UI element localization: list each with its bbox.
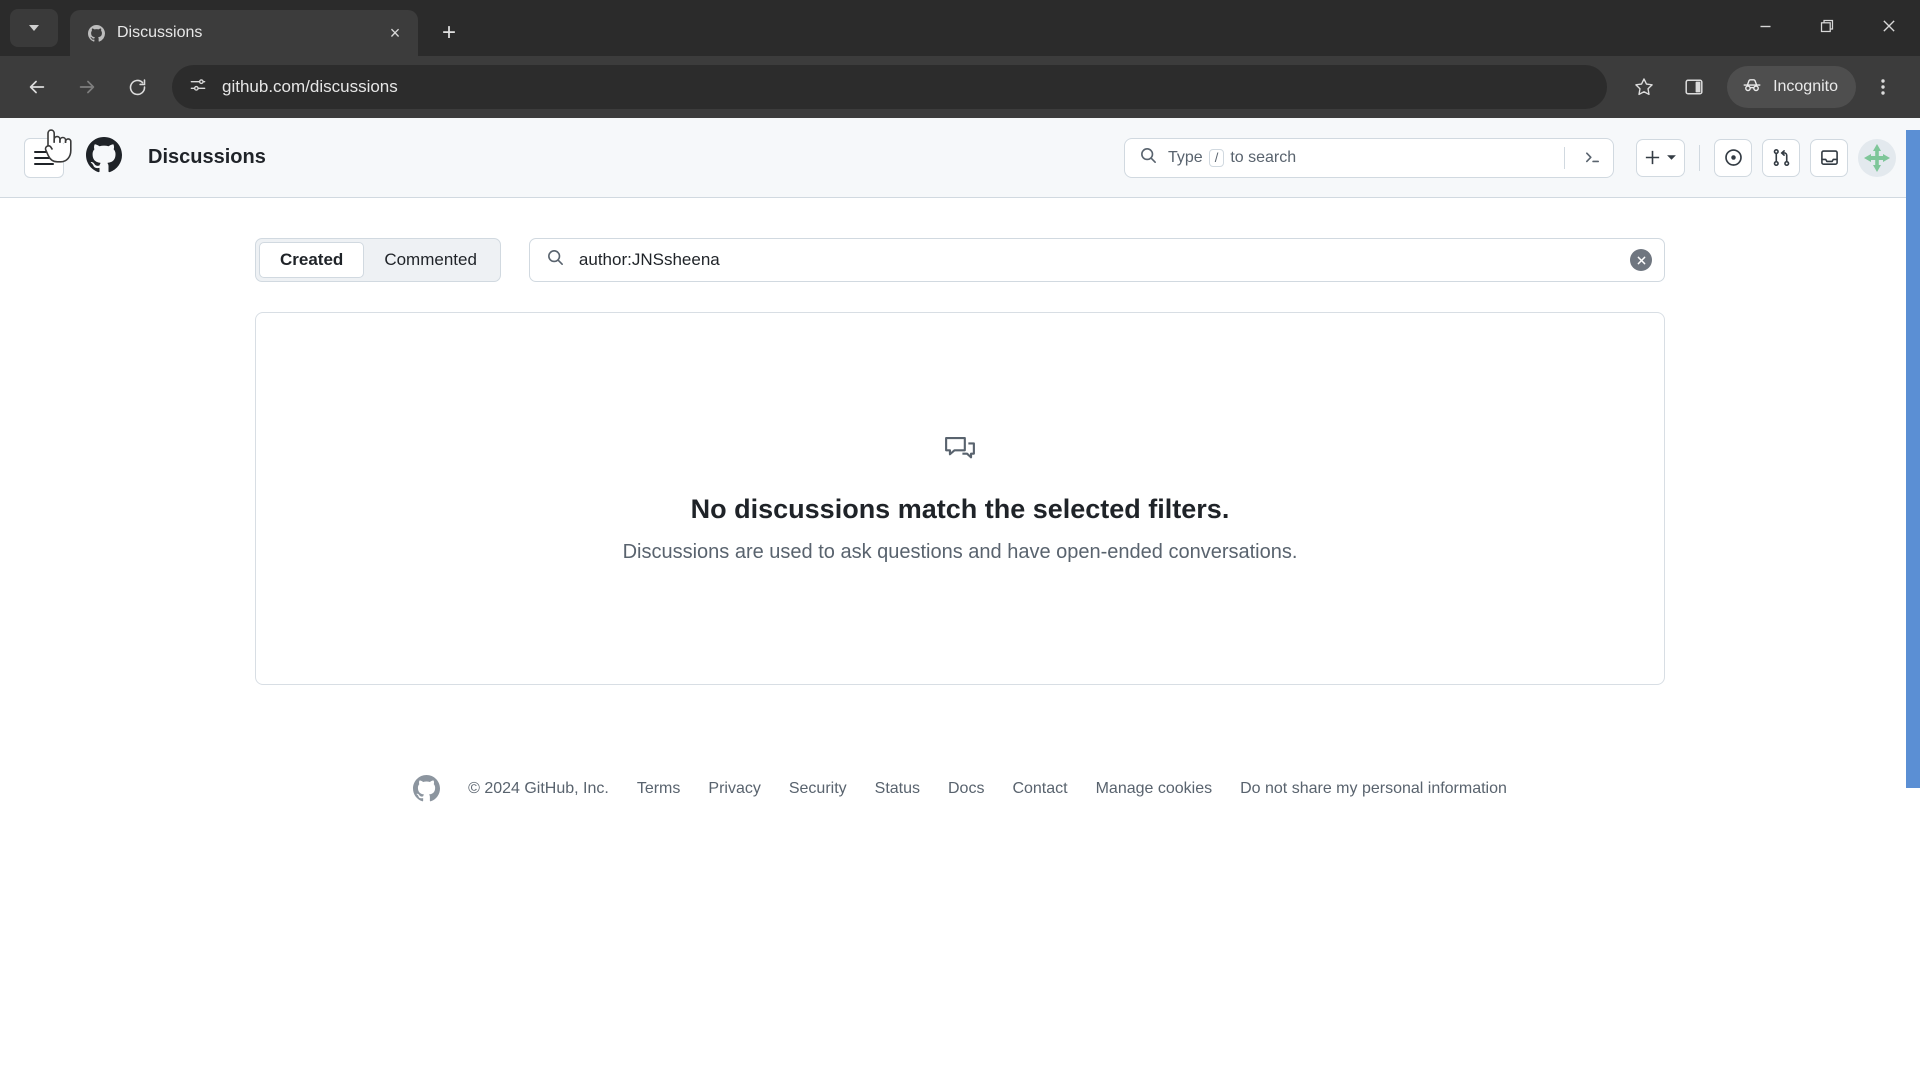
chevron-down-icon	[1667, 155, 1676, 160]
chevron-down-icon	[29, 25, 39, 31]
incognito-indicator[interactable]: Incognito	[1727, 66, 1856, 108]
user-avatar[interactable]	[1858, 138, 1896, 177]
search-placeholder: Type / to search	[1168, 148, 1554, 167]
tab-search-button[interactable]	[10, 9, 58, 47]
github-logo-icon[interactable]	[86, 137, 122, 178]
comment-discussion-icon	[943, 433, 977, 472]
issues-button[interactable]	[1714, 138, 1752, 177]
hamburger-icon	[34, 150, 54, 165]
browser-toolbar: github.com/discussions Incognito	[0, 56, 1920, 118]
footer-link-privacy[interactable]: Privacy	[708, 780, 760, 798]
incognito-icon	[1741, 74, 1763, 101]
browser-window: Discussions × + github.com/discussions I…	[0, 0, 1920, 1080]
search-suffix: to search	[1230, 148, 1297, 166]
side-panel-icon[interactable]	[1671, 64, 1717, 110]
discussion-filter-tabs: Created Commented	[255, 238, 501, 282]
github-favicon-icon	[86, 23, 106, 43]
address-bar[interactable]: github.com/discussions	[172, 65, 1608, 109]
filter-row: Created Commented author:JNSsheena	[255, 238, 1665, 282]
footer-link-manage-cookies[interactable]: Manage cookies	[1096, 780, 1213, 798]
search-prefix: Type	[1168, 148, 1203, 166]
close-window-button[interactable]	[1858, 0, 1920, 52]
search-icon	[546, 248, 565, 272]
terminal-icon[interactable]	[1575, 148, 1609, 167]
search-query-value: author:JNSsheena	[578, 250, 720, 269]
pull-requests-button[interactable]	[1762, 138, 1800, 177]
tab-commented[interactable]: Commented	[364, 242, 497, 278]
discussion-search-input[interactable]: author:JNSsheena	[528, 238, 1665, 282]
tab-title: Discussions	[117, 24, 203, 41]
incognito-label: Incognito	[1773, 78, 1838, 95]
browser-menu-icon[interactable]	[1860, 64, 1906, 110]
github-header: Discussions Type / to search	[0, 118, 1920, 198]
reload-button[interactable]	[114, 64, 160, 110]
forward-button	[64, 64, 110, 110]
back-button[interactable]	[14, 64, 60, 110]
divider	[1699, 144, 1700, 171]
global-search-input[interactable]: Type / to search	[1124, 137, 1614, 178]
footer-copyright: © 2024 GitHub, Inc.	[468, 779, 609, 797]
page-scrollbar[interactable]	[1906, 130, 1920, 788]
hamburger-menu-button[interactable]	[24, 137, 64, 178]
maximize-button[interactable]	[1796, 0, 1858, 52]
page-footer: © 2024 GitHub, Inc. Terms Privacy Securi…	[255, 775, 1665, 802]
tab-created[interactable]: Created	[259, 242, 365, 278]
footer-link-docs[interactable]: Docs	[948, 780, 984, 798]
new-tab-button[interactable]: +	[432, 16, 466, 50]
bookmark-star-icon[interactable]	[1621, 64, 1667, 110]
footer-link-terms[interactable]: Terms	[637, 780, 681, 798]
site-settings-icon[interactable]	[188, 75, 208, 100]
page-viewport: Discussions Type / to search Created Com…	[0, 118, 1920, 1080]
inbox-button[interactable]	[1810, 138, 1848, 177]
page-title: Discussions	[148, 146, 266, 168]
github-footer-logo-icon	[413, 775, 441, 802]
footer-link-status[interactable]: Status	[875, 780, 920, 798]
window-controls	[1734, 0, 1920, 52]
footer-link-contact[interactable]: Contact	[1012, 780, 1067, 798]
clear-search-button[interactable]	[1630, 249, 1652, 271]
minimize-button[interactable]	[1734, 0, 1796, 52]
page-content: Created Commented author:JNSsheena No di…	[0, 198, 1920, 802]
slash-key-hint: /	[1208, 148, 1225, 167]
empty-state-subtitle: Discussions are used to ask questions an…	[622, 541, 1298, 563]
browser-tab[interactable]: Discussions ×	[70, 10, 418, 56]
create-new-button[interactable]	[1636, 138, 1685, 177]
tab-strip: Discussions × +	[0, 0, 1920, 56]
footer-link-do-not-share[interactable]: Do not share my personal information	[1240, 780, 1507, 798]
close-icon[interactable]: ×	[382, 20, 408, 46]
header-actions	[1636, 138, 1896, 177]
search-icon	[1139, 146, 1158, 170]
url-text: github.com/discussions	[222, 77, 398, 96]
empty-state-title: No discussions match the selected filter…	[690, 494, 1230, 524]
divider	[1564, 146, 1565, 169]
empty-state-panel: No discussions match the selected filter…	[255, 312, 1665, 685]
footer-link-security[interactable]: Security	[789, 780, 847, 798]
